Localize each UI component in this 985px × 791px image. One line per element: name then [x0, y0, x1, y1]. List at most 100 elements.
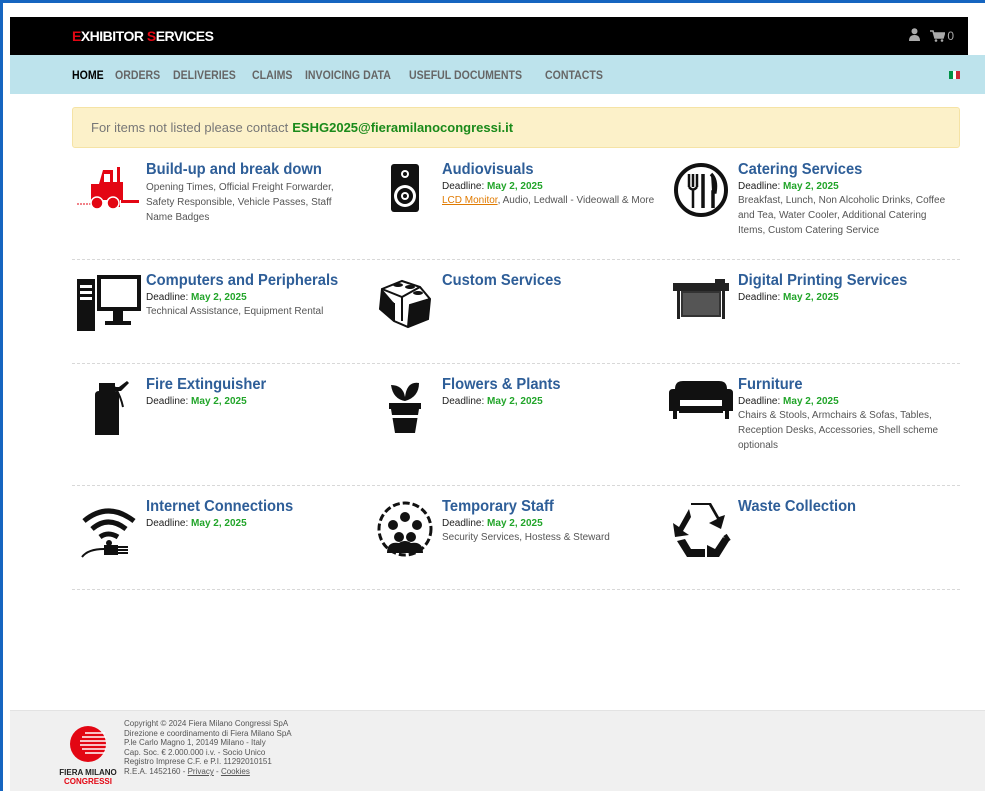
service-card[interactable]: Temporary Staff Deadline: May 2, 2025 Secu…: [368, 497, 664, 589]
extinguisher-icon[interactable]: [72, 375, 146, 445]
nav-item-claims[interactable]: CLAIMS: [252, 68, 292, 82]
nav-item-contacts[interactable]: CONTACTS: [545, 68, 603, 82]
service-title[interactable]: Waste Collection: [738, 497, 856, 517]
privacy-link[interactable]: Privacy: [188, 767, 214, 776]
deadline-date: May 2, 2025: [487, 181, 543, 192]
deadline-date: May 2, 2025: [783, 396, 839, 407]
service-card[interactable]: Build-up and break down Opening Times, Of…: [72, 160, 368, 259]
service-title[interactable]: Furniture: [738, 375, 803, 395]
service-deadline: Deadline: May 2, 2025: [146, 517, 360, 530]
service-title[interactable]: Custom Services: [442, 271, 561, 291]
cutlery-icon[interactable]: [664, 160, 738, 230]
alert-email[interactable]: ESHG2025@fieramilanocongressi.it: [292, 120, 513, 135]
deadline-label: Deadline:: [146, 518, 189, 529]
user-icon[interactable]: [909, 28, 921, 44]
footer-line: Cap. Soc. € 2.000.000 i.v. - Socio Unico: [124, 747, 266, 757]
top-bar: EXHIBITOR SERVICES 0: [10, 17, 968, 55]
alert-text: For items not listed please contact: [91, 120, 289, 135]
service-description: Chairs & Stools, Armchairs & Sofas, Tabl…: [738, 408, 952, 453]
nav-item-home[interactable]: HOME: [72, 68, 104, 82]
footer-line: R.E.A. 1452160 - Privacy - Cookies: [124, 767, 292, 777]
service-deadline: Deadline: May 2, 2025: [738, 291, 952, 304]
service-card[interactable]: Audiovisuals Deadline: May 2, 2025 LCD Mon…: [368, 160, 664, 259]
logo-text: XHIBITOR: [80, 28, 147, 44]
nav-item-useful-documents[interactable]: USEFUL DOCUMENTS: [409, 68, 522, 82]
deadline-date: May 2, 2025: [487, 396, 543, 407]
service-title[interactable]: Fire Extinguisher: [146, 375, 266, 395]
service-description: Security Services, Hostess & Steward: [442, 530, 656, 545]
footer-rea: R.E.A. 1452160 -: [124, 766, 188, 776]
sofa-icon[interactable]: [664, 375, 738, 445]
footer-sep: -: [213, 766, 221, 776]
service-title[interactable]: Flowers & Plants: [442, 375, 561, 395]
footer-line: Direzione e coordinamento di Fiera Milan…: [124, 728, 292, 738]
service-description: Opening Times, Official Freight Forwarde…: [146, 180, 360, 225]
blocks-icon[interactable]: [368, 271, 442, 341]
service-card[interactable]: Digital Printing Services Deadline: May 2…: [664, 271, 960, 363]
service-title[interactable]: Computers and Peripherals: [146, 271, 338, 291]
fiera-milano-logo-mark: [70, 726, 106, 762]
services-row: Computers and Peripherals Deadline: May 2…: [72, 271, 960, 364]
logo-letter-e: E: [72, 28, 81, 44]
service-title[interactable]: Audiovisuals: [442, 160, 534, 180]
forklift-icon[interactable]: [72, 160, 146, 230]
service-title[interactable]: Temporary Staff: [442, 497, 554, 517]
service-card[interactable]: Fire Extinguisher Deadline: May 2, 2025: [72, 375, 368, 485]
footer-brand-sub: CONGRESSI: [63, 777, 112, 786]
service-deadline: Deadline: May 2, 2025: [442, 395, 656, 408]
nav-item-invoicing-data[interactable]: INVOICING DATA: [305, 68, 391, 82]
services-row: Internet Connections Deadline: May 2, 202…: [72, 497, 960, 590]
service-title[interactable]: Digital Printing Services: [738, 271, 907, 291]
service-deadline: Deadline: May 2, 2025: [442, 517, 656, 530]
wifi-icon[interactable]: [72, 497, 146, 567]
services-row: Fire Extinguisher Deadline: May 2, 2025 Fl…: [72, 375, 960, 486]
service-card[interactable]: Flowers & Plants Deadline: May 2, 2025: [368, 375, 664, 485]
service-description: Technical Assistance, Equipment Rental: [146, 304, 360, 319]
service-title[interactable]: Internet Connections: [146, 497, 293, 517]
service-card[interactable]: Waste Collection: [664, 497, 960, 589]
service-description: LCD Monitor, Audio, Ledwall - Videowall …: [442, 193, 656, 208]
service-desc-text: Breakfast, Lunch, Non Alcoholic Drinks, …: [738, 195, 946, 236]
computer-icon[interactable]: [72, 271, 146, 341]
service-card[interactable]: Computers and Peripherals Deadline: May 2…: [72, 271, 368, 363]
service-link[interactable]: LCD Monitor: [442, 195, 498, 206]
service-desc-text: Opening Times, Official Freight Forwarde…: [146, 182, 334, 223]
deadline-date: May 2, 2025: [191, 292, 247, 303]
footer-brand-name: FIERA MILANO: [59, 768, 117, 777]
service-desc-text: Chairs & Stools, Armchairs & Sofas, Tabl…: [738, 410, 939, 451]
service-description: Breakfast, Lunch, Non Alcoholic Drinks, …: [738, 193, 952, 238]
service-title[interactable]: Catering Services: [738, 160, 862, 180]
speaker-icon[interactable]: [368, 160, 442, 230]
cookies-link[interactable]: Cookies: [221, 767, 250, 776]
service-card[interactable]: Custom Services: [368, 271, 664, 363]
service-title[interactable]: Build-up and break down: [146, 160, 322, 180]
service-desc-text: , Audio, Ledwall - Videowall & More: [497, 195, 655, 206]
people-icon[interactable]: [368, 497, 442, 567]
deadline-date: May 2, 2025: [783, 181, 839, 192]
plant-icon[interactable]: [368, 375, 442, 445]
services-grid: Build-up and break down Opening Times, Of…: [72, 160, 960, 601]
fiera-milano-logo[interactable]: FIERA MILANO CONGRESSI: [58, 725, 118, 786]
service-deadline: Deadline: May 2, 2025: [738, 180, 952, 193]
italian-flag-icon[interactable]: [949, 71, 961, 79]
footer-line: P.le Carlo Magno 1, 20149 Milano - Italy: [124, 738, 266, 748]
nav-item-deliveries[interactable]: DELIVERIES: [173, 68, 236, 82]
service-card[interactable]: Catering Services Deadline: May 2, 2025 Br…: [664, 160, 960, 259]
footer-line: Copyright © 2024 Fiera Milano Congressi …: [124, 719, 289, 728]
service-desc-text: Security Services, Hostess & Steward: [442, 532, 610, 543]
logo[interactable]: EXHIBITOR SERVICES: [72, 28, 214, 44]
cart-icon[interactable]: 0: [930, 29, 954, 43]
nav-item-orders[interactable]: ORDERS: [115, 68, 160, 82]
cart-count: 0: [947, 29, 954, 43]
service-deadline: Deadline: May 2, 2025: [442, 180, 656, 193]
footer: FIERA MILANO CONGRESSI Copyright © 2024 …: [10, 710, 985, 791]
service-card[interactable]: Internet Connections Deadline: May 2, 202…: [72, 497, 368, 589]
deadline-label: Deadline:: [442, 518, 485, 529]
logo-text-end: ERVICES: [155, 28, 214, 44]
printer-icon[interactable]: [664, 271, 738, 341]
service-card[interactable]: Furniture Deadline: May 2, 2025 Chairs & S…: [664, 375, 960, 485]
service-deadline: Deadline: May 2, 2025: [738, 395, 952, 408]
deadline-label: Deadline:: [146, 396, 189, 407]
service-deadline: Deadline: May 2, 2025: [146, 395, 360, 408]
recycle-icon[interactable]: [664, 497, 738, 567]
